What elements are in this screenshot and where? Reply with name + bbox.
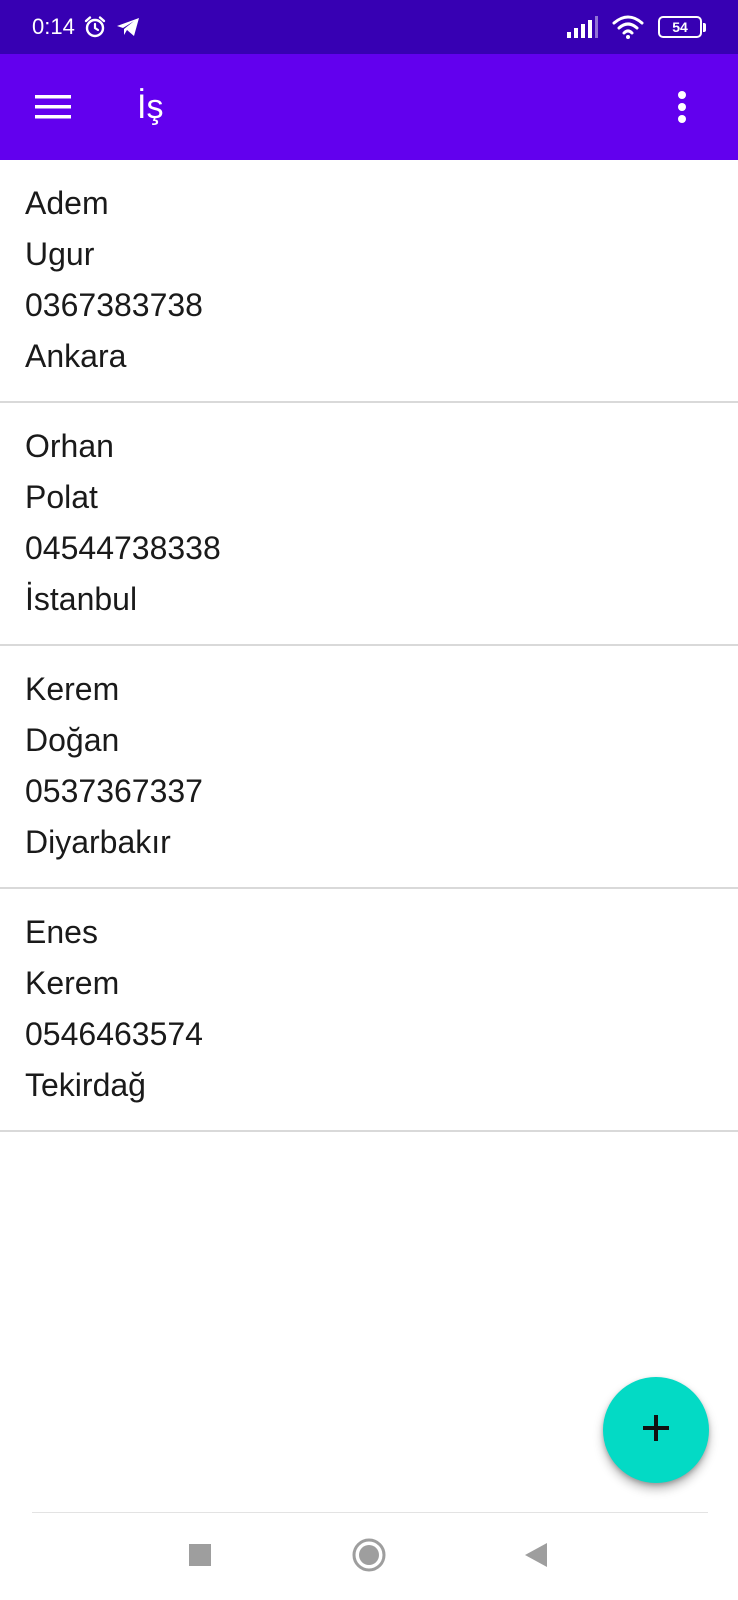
screen: 0:14 54 İş Adem Ugur 0367383738 Ankara O…: [0, 0, 738, 1600]
status-right: 54: [566, 15, 706, 39]
telegram-icon: [115, 15, 141, 39]
home-circle-icon[interactable]: [347, 1533, 391, 1577]
last-name: Ugur: [25, 236, 95, 272]
first-name: Orhan: [25, 428, 114, 464]
app-bar: İş: [0, 54, 738, 160]
more-vert-icon[interactable]: [654, 79, 710, 135]
plus-icon: [643, 1414, 669, 1446]
first-name: Adem: [25, 185, 109, 221]
wifi-icon: [612, 15, 644, 39]
city: Ankara: [25, 338, 127, 374]
status-left: 0:14: [32, 14, 141, 40]
status-time: 0:14: [32, 14, 75, 39]
status-bar: 0:14 54: [0, 0, 738, 54]
city: Tekirdağ: [25, 1067, 146, 1103]
alarm-icon: [83, 15, 107, 39]
list-item[interactable]: Orhan Polat 04544738338 İstanbul: [0, 403, 738, 646]
signal-icon: [566, 16, 598, 38]
list-item[interactable]: Adem Ugur 0367383738 Ankara: [0, 160, 738, 403]
list-item[interactable]: Enes Kerem 0546463574 Tekirdağ: [0, 889, 738, 1132]
list-item[interactable]: Kerem Doğan 0537367337 Diyarbakır: [0, 646, 738, 889]
phone-number: 0546463574: [25, 1016, 203, 1052]
battery-icon: 54: [658, 16, 706, 38]
back-triangle-icon[interactable]: [514, 1533, 558, 1577]
phone-number: 0537367337: [25, 773, 203, 809]
add-contact-button[interactable]: [603, 1377, 709, 1483]
phone-number: 04544738338: [25, 530, 221, 566]
city: Diyarbakır: [25, 824, 171, 860]
page-title: İş: [137, 87, 164, 126]
phone-number: 0367383738: [25, 287, 203, 323]
hamburger-menu-icon[interactable]: [25, 79, 81, 135]
contact-list: Adem Ugur 0367383738 Ankara Orhan Polat …: [0, 160, 738, 1132]
first-name: Enes: [25, 914, 98, 950]
city: İstanbul: [25, 581, 138, 617]
system-nav-bar: [0, 1513, 738, 1600]
recents-square-icon[interactable]: [178, 1533, 222, 1577]
last-name: Kerem: [25, 965, 120, 1001]
last-name: Polat: [25, 479, 98, 515]
battery-level: 54: [658, 16, 702, 38]
battery-cap: [703, 22, 706, 32]
last-name: Doğan: [25, 722, 120, 758]
first-name: Kerem: [25, 671, 120, 707]
